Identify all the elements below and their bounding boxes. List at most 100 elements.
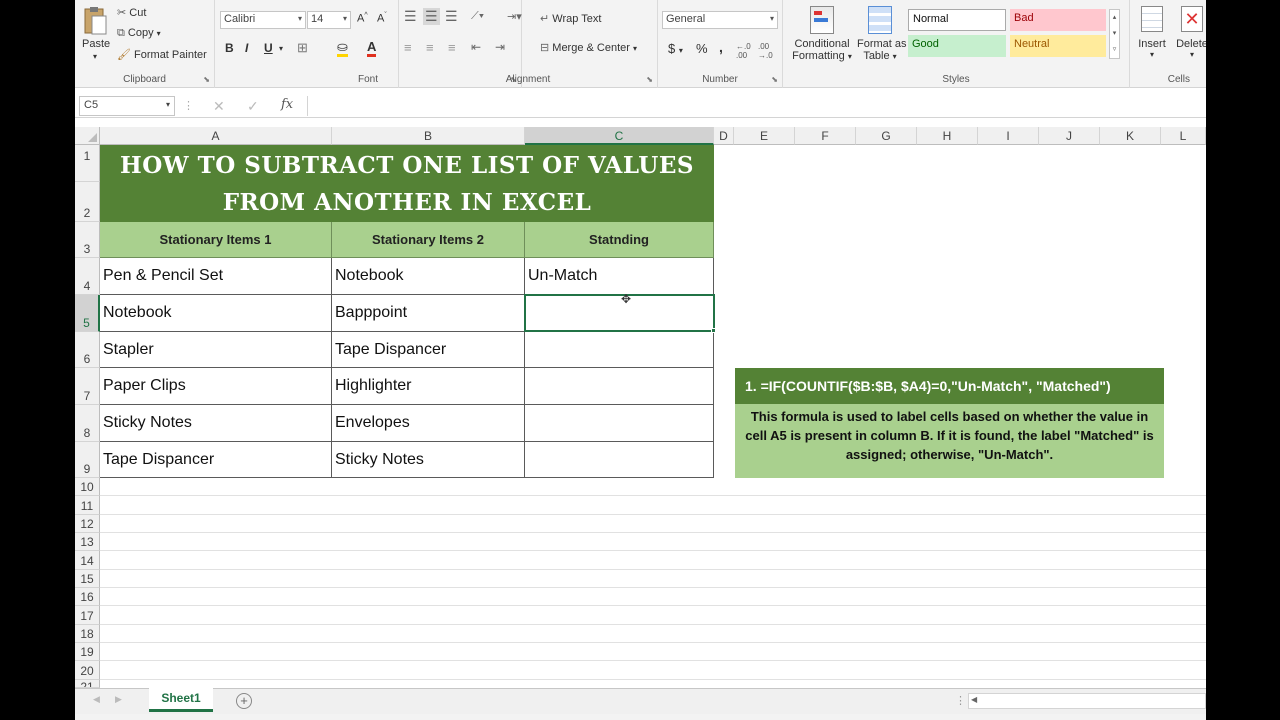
underline-button[interactable]: U: [264, 41, 273, 55]
insert-button[interactable]: Insert ▾: [1134, 6, 1170, 59]
italic-button[interactable]: I: [245, 41, 248, 55]
column-header-i[interactable]: I: [978, 127, 1039, 145]
align-center-icon[interactable]: ≡: [426, 40, 434, 55]
merge-center-button[interactable]: ⊟ Merge & Center ▾: [540, 41, 637, 54]
increase-indent-icon[interactable]: ⇥: [495, 40, 505, 54]
row-header-21[interactable]: 21: [75, 680, 100, 688]
font-color-icon[interactable]: A: [367, 40, 377, 57]
cell-a7[interactable]: Paper Clips: [100, 368, 332, 405]
sheet-tab-sheet1[interactable]: Sheet1: [149, 688, 213, 712]
column-header-d[interactable]: D: [714, 127, 734, 145]
scroll-left-icon[interactable]: ◀: [971, 695, 977, 704]
row-header-1[interactable]: 1: [75, 145, 100, 182]
borders-icon[interactable]: ⊞: [297, 40, 308, 56]
rtl-icon[interactable]: ⇥▾: [507, 10, 522, 23]
column-header-g[interactable]: G: [856, 127, 917, 145]
row-header-5[interactable]: 5: [75, 295, 100, 332]
align-top-icon[interactable]: ☰: [404, 8, 417, 25]
title-cell[interactable]: HOW TO SUBTRACT ONE LIST OF VALUES FROM …: [100, 145, 714, 222]
alignment-launcher-icon[interactable]: ⬊: [646, 75, 653, 84]
align-right-icon[interactable]: ≡: [448, 40, 456, 55]
number-format-select[interactable]: General ▾: [662, 11, 778, 29]
style-neutral[interactable]: Neutral: [1010, 35, 1106, 57]
comma-button[interactable]: ,: [719, 39, 723, 55]
cell-c5[interactable]: [525, 295, 714, 332]
select-all-button[interactable]: [75, 127, 100, 145]
cell-c7[interactable]: [525, 368, 714, 405]
column-header-a[interactable]: A: [100, 127, 332, 145]
fill-color-icon[interactable]: ⛀: [337, 40, 348, 57]
header-cell-c3[interactable]: Statnding: [525, 222, 714, 258]
row-header-6[interactable]: 6: [75, 332, 100, 368]
paste-dropdown-icon[interactable]: ▾: [93, 52, 97, 61]
bold-button[interactable]: B: [225, 41, 234, 55]
row-header-7[interactable]: 7: [75, 368, 100, 405]
column-header-f[interactable]: F: [795, 127, 856, 145]
header-cell-b3[interactable]: Stationary Items 2: [332, 222, 525, 258]
align-bottom-icon[interactable]: ☰: [445, 8, 458, 25]
row-header-9[interactable]: 9: [75, 442, 100, 478]
enter-icon[interactable]: ✓: [247, 98, 259, 115]
column-header-h[interactable]: H: [917, 127, 978, 145]
row-header-17[interactable]: 17: [75, 606, 100, 625]
name-box[interactable]: C5 ▾: [79, 96, 175, 116]
row-header-8[interactable]: 8: [75, 405, 100, 442]
paste-icon[interactable]: [83, 6, 107, 36]
align-left-icon[interactable]: ≡: [404, 40, 412, 55]
column-header-j[interactable]: J: [1039, 127, 1100, 145]
percent-button[interactable]: %: [696, 41, 708, 56]
cell-a8[interactable]: Sticky Notes: [100, 405, 332, 442]
fill-handle[interactable]: [711, 328, 716, 333]
column-header-b[interactable]: B: [332, 127, 525, 145]
currency-button[interactable]: $ ▾: [668, 41, 683, 56]
row-header-3[interactable]: 3: [75, 222, 100, 258]
cell-a4[interactable]: Pen & Pencil Set: [100, 258, 332, 295]
font-name-select[interactable]: Calibri ▾: [220, 11, 306, 29]
next-sheet-icon[interactable]: ▶: [115, 694, 122, 705]
conditional-formatting-button[interactable]: Conditional Formatting ▾: [787, 6, 857, 68]
cell-c4[interactable]: Un-Match: [525, 258, 714, 295]
row-header-10[interactable]: 10: [75, 478, 100, 496]
grow-font-icon[interactable]: A^: [357, 12, 368, 25]
decrease-indent-icon[interactable]: ⇤: [471, 40, 481, 54]
column-header-e[interactable]: E: [734, 127, 795, 145]
column-header-k[interactable]: K: [1100, 127, 1161, 145]
column-header-l[interactable]: L: [1161, 127, 1206, 145]
row-header-19[interactable]: 19: [75, 643, 100, 661]
column-header-c[interactable]: C: [525, 127, 714, 145]
delete-button[interactable]: ✕ Delete ▾: [1174, 6, 1206, 59]
cell-b5[interactable]: Bapppoint: [332, 295, 525, 332]
cell-b4[interactable]: Notebook: [332, 258, 525, 295]
cell-a9[interactable]: Tape Dispancer: [100, 442, 332, 478]
style-normal[interactable]: Normal: [908, 9, 1006, 31]
row-header-15[interactable]: 15: [75, 570, 100, 588]
row-header-11[interactable]: 11: [75, 496, 100, 515]
row-header-18[interactable]: 18: [75, 625, 100, 643]
align-middle-icon[interactable]: ☰: [423, 8, 440, 25]
style-good[interactable]: Good: [908, 35, 1006, 57]
formula-input[interactable]: [307, 96, 1206, 116]
clipboard-launcher-icon[interactable]: ⬊: [203, 75, 210, 84]
row-header-20[interactable]: 20: [75, 661, 100, 680]
copy-button[interactable]: ⧉ Copy ▾: [117, 27, 161, 40]
header-cell-a3[interactable]: Stationary Items 1: [100, 222, 332, 258]
insert-function-button[interactable]: fx: [281, 97, 293, 112]
decrease-decimal-icon[interactable]: .00 →.0: [758, 42, 773, 60]
cell-c8[interactable]: [525, 405, 714, 442]
font-size-select[interactable]: 14 ▾: [307, 11, 351, 29]
orientation-icon[interactable]: ⟋▾: [471, 10, 484, 23]
horizontal-scrollbar[interactable]: ◀: [968, 693, 1206, 709]
cell-b6[interactable]: Tape Dispancer: [332, 332, 525, 368]
wrap-text-button[interactable]: ↵ Wrap Text: [540, 12, 601, 25]
styles-scroll[interactable]: ▴ ▾ ▿: [1109, 9, 1120, 59]
add-sheet-button[interactable]: +: [236, 693, 252, 709]
cancel-icon[interactable]: ✕: [213, 98, 225, 115]
number-launcher-icon[interactable]: ⬊: [771, 75, 778, 84]
cell-b7[interactable]: Highlighter: [332, 368, 525, 405]
cell-b8[interactable]: Envelopes: [332, 405, 525, 442]
shrink-font-icon[interactable]: Aˇ: [377, 12, 387, 25]
row-header-13[interactable]: 13: [75, 533, 100, 551]
paste-button[interactable]: Paste: [82, 38, 110, 50]
format-as-table-button[interactable]: Format as Table ▾: [857, 6, 907, 68]
cell-c9[interactable]: [525, 442, 714, 478]
